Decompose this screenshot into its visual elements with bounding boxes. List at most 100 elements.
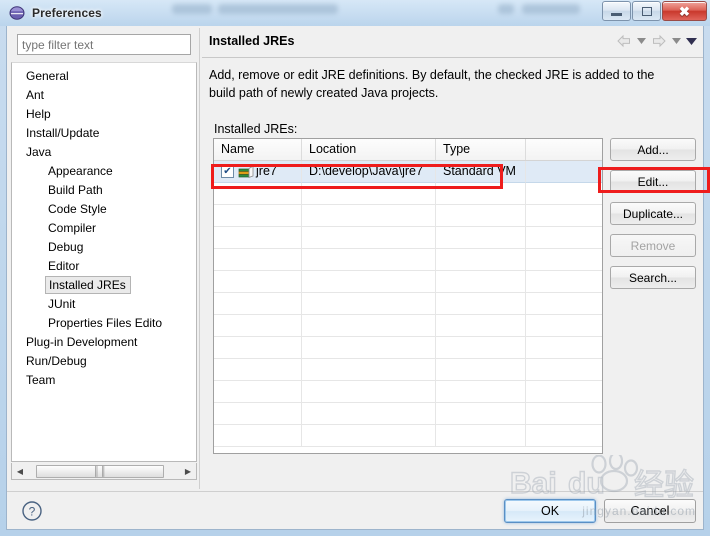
table-row[interactable]: ✔ jre7 D:\develop\Java\jre7 Standard VM — [214, 161, 602, 183]
installed-jres-table[interactable]: Name Location Type ✔ jre7 D:\develop\Java\jr… — [213, 138, 603, 454]
sidebar-item-junit[interactable]: JUnit — [12, 295, 196, 314]
sidebar-item-general[interactable]: General — [12, 67, 196, 86]
cell-empty — [214, 183, 302, 205]
cell-empty — [436, 249, 526, 271]
table-row-empty[interactable] — [214, 403, 602, 425]
content-pane: Installed JREs Add, remove or edit JRE d… — [202, 28, 703, 489]
cell-extra[interactable] — [526, 161, 602, 183]
filter-input[interactable] — [17, 34, 191, 55]
tree-horizontal-scrollbar[interactable]: ◀ ║║ ▶ — [11, 463, 197, 480]
sidebar-item-label: Install/Update — [26, 126, 100, 140]
forward-arrow-icon[interactable] — [651, 34, 667, 48]
cell-empty — [214, 425, 302, 447]
sidebar-item-properties-files-edito[interactable]: Properties Files Edito — [12, 314, 196, 333]
duplicate-button[interactable]: Duplicate... — [610, 202, 696, 225]
cell-empty — [526, 315, 602, 337]
cell-empty — [302, 249, 436, 271]
cell-empty — [302, 271, 436, 293]
cell-empty — [302, 315, 436, 337]
sidebar-item-editor[interactable]: Editor — [12, 257, 196, 276]
table-row-empty[interactable] — [214, 337, 602, 359]
table-row-empty[interactable] — [214, 381, 602, 403]
page-header: Installed JREs — [202, 28, 703, 58]
sidebar-item-appearance[interactable]: Appearance — [12, 162, 196, 181]
sidebar-item-installed-jres[interactable]: Installed JREs — [12, 276, 196, 295]
sidebar-item-plug-in-development[interactable]: Plug-in Development — [12, 333, 196, 352]
scroll-left-arrow-icon[interactable]: ◀ — [12, 464, 28, 479]
help-question-icon[interactable]: ? — [21, 500, 43, 522]
cancel-button[interactable]: Cancel — [604, 499, 696, 523]
edit-button[interactable]: Edit... — [610, 170, 696, 193]
column-header-location[interactable]: Location — [302, 139, 436, 160]
column-header-name[interactable]: Name — [214, 139, 302, 160]
cell-empty — [436, 337, 526, 359]
table-row-empty[interactable] — [214, 425, 602, 447]
minimize-icon — [611, 12, 622, 16]
sidebar-item-java[interactable]: Java — [12, 143, 196, 162]
cell-empty — [526, 403, 602, 425]
sidebar-item-label: Team — [26, 373, 56, 387]
pane-splitter[interactable] — [199, 28, 200, 489]
column-header-blank[interactable] — [526, 139, 602, 160]
sidebar-item-code-style[interactable]: Code Style — [12, 200, 196, 219]
search-button[interactable]: Search... — [610, 266, 696, 289]
table-row-empty[interactable] — [214, 205, 602, 227]
cell-empty — [526, 249, 602, 271]
cell-empty — [436, 425, 526, 447]
table-body[interactable]: ✔ jre7 D:\develop\Java\jre7 Standard VM — [214, 161, 602, 447]
cell-empty — [302, 381, 436, 403]
desktop-blur-smudge — [218, 4, 338, 14]
cell-location[interactable]: D:\develop\Java\jre7 — [302, 161, 436, 183]
scrollbar-track[interactable]: ║║ — [28, 464, 180, 479]
cell-empty — [526, 337, 602, 359]
table-row-empty[interactable] — [214, 293, 602, 315]
desktop-blur-smudge — [498, 4, 514, 14]
row-checkbox[interactable]: ✔ — [221, 165, 234, 178]
back-menu-chevron-down-icon[interactable] — [636, 34, 647, 48]
cell-empty — [214, 293, 302, 315]
table-row-empty[interactable] — [214, 271, 602, 293]
maximize-button[interactable] — [632, 1, 661, 21]
cell-type[interactable]: Standard VM — [436, 161, 526, 183]
sidebar-item-help[interactable]: Help — [12, 105, 196, 124]
dialog-button-bar: ? OK Cancel — [7, 491, 703, 529]
sidebar-item-install-update[interactable]: Install/Update — [12, 124, 196, 143]
minimize-button[interactable] — [602, 1, 631, 21]
sidebar-item-label: Ant — [26, 88, 45, 102]
sidebar-item-label: Code Style — [48, 202, 107, 216]
cell-empty — [526, 183, 602, 205]
table-action-buttons: Add... Edit... Duplicate... Remove Search... — [610, 138, 696, 289]
preferences-dialog: General Ant Help Install/Update Java Appearan… — [6, 26, 704, 530]
cell-empty — [302, 403, 436, 425]
view-menu-chevron-down-filled-icon[interactable] — [686, 34, 697, 48]
table-row-empty[interactable] — [214, 249, 602, 271]
ok-button[interactable]: OK — [504, 499, 596, 523]
table-row-empty[interactable] — [214, 227, 602, 249]
sidebar-item-compiler[interactable]: Compiler — [12, 219, 196, 238]
scroll-right-arrow-icon[interactable]: ▶ — [180, 464, 196, 479]
close-button[interactable]: ✖ — [662, 1, 707, 21]
column-header-type[interactable]: Type — [436, 139, 526, 160]
sidebar-item-debug[interactable]: Debug — [12, 238, 196, 257]
cell-empty — [526, 381, 602, 403]
sidebar-item-team[interactable]: Team — [12, 371, 196, 390]
sidebar-item-run-debug[interactable]: Run/Debug — [12, 352, 196, 371]
sidebar-item-build-path[interactable]: Build Path — [12, 181, 196, 200]
cell-name[interactable]: ✔ jre7 — [214, 161, 302, 183]
table-row-empty[interactable] — [214, 359, 602, 381]
cell-empty — [302, 359, 436, 381]
forward-menu-chevron-down-icon[interactable] — [671, 34, 682, 48]
table-header-row: Name Location Type — [214, 139, 602, 161]
scrollbar-thumb[interactable]: ║║ — [36, 464, 164, 478]
table-row-empty[interactable] — [214, 315, 602, 337]
sidebar-item-ant[interactable]: Ant — [12, 86, 196, 105]
back-arrow-icon[interactable] — [616, 34, 632, 48]
preferences-tree[interactable]: General Ant Help Install/Update Java Appearan… — [11, 62, 197, 462]
cell-empty — [436, 183, 526, 205]
cell-empty — [214, 315, 302, 337]
sidebar-item-label: Compiler — [48, 221, 97, 235]
add-button[interactable]: Add... — [610, 138, 696, 161]
title-bar: Preferences ✖ — [0, 0, 710, 26]
table-row-empty[interactable] — [214, 183, 602, 205]
cell-empty — [436, 293, 526, 315]
